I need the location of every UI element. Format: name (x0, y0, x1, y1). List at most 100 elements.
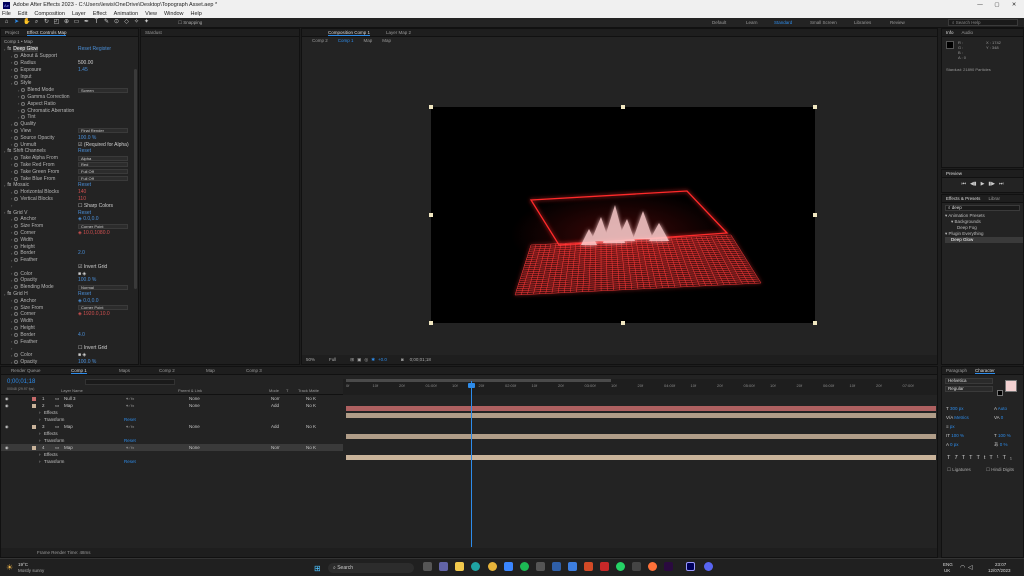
stopwatch-icon[interactable] (14, 353, 19, 358)
tab-stardust[interactable]: Stardust (145, 30, 162, 35)
expand-arrow-icon[interactable]: › (11, 346, 12, 351)
property-value[interactable]: ☐ Invert Grid (78, 345, 107, 351)
layer-duration-bar[interactable] (346, 455, 936, 460)
layer-switches[interactable]: ⌖ ⁄ fx (126, 445, 134, 450)
expand-arrow-icon[interactable]: › (11, 81, 12, 86)
stopwatch-icon[interactable] (14, 196, 19, 201)
expand-arrow-icon[interactable]: › (11, 67, 12, 72)
column-header[interactable]: Layer Name (61, 388, 83, 393)
spotify-icon[interactable] (520, 562, 529, 571)
playhead-handle[interactable] (468, 383, 475, 388)
property-value[interactable]: 100.0 % (78, 135, 96, 141)
faux-italic-button[interactable]: T (954, 455, 961, 461)
stopwatch-icon[interactable] (14, 271, 19, 276)
blend-mode-dropdown[interactable]: Add (271, 424, 279, 429)
clock-time[interactable]: 23:07 (995, 562, 1006, 567)
layer-row[interactable]: ◉ 2 ▭ Map ⌖ ⁄ fx None Add No K (1, 402, 343, 409)
teams-icon[interactable] (439, 562, 448, 571)
scrollbar[interactable] (134, 69, 137, 289)
timeline-tab[interactable]: Map (206, 368, 215, 373)
layer-property-row[interactable]: › Transform Reset (1, 416, 343, 423)
expand-arrow-icon[interactable]: › (11, 278, 12, 283)
play-icon[interactable]: ▶ (981, 181, 985, 187)
stopwatch-icon[interactable] (21, 88, 26, 93)
hand-tool-icon[interactable]: ✋ (23, 19, 30, 26)
canvas-handle-bl[interactable] (429, 321, 433, 325)
parent-dropdown[interactable]: None (189, 403, 200, 408)
stopwatch-icon[interactable] (14, 332, 19, 337)
stopwatch-icon[interactable] (14, 128, 19, 133)
fx-toggle-icon[interactable]: fx (7, 291, 11, 297)
stopwatch-icon[interactable] (14, 312, 19, 317)
blend-mode-dropdown[interactable]: Add (271, 403, 279, 408)
expand-arrow-icon[interactable]: › (11, 326, 12, 331)
timeline-tab[interactable]: Comp 2 (159, 368, 175, 373)
stopwatch-icon[interactable] (14, 230, 19, 235)
layer-switches[interactable]: ⌖ ⁄ fx (126, 403, 134, 408)
close-button[interactable]: ✕ (1009, 2, 1019, 8)
property-value[interactable]: 110 (78, 196, 86, 202)
expand-arrow-icon[interactable]: › (18, 108, 19, 113)
stopwatch-icon[interactable] (14, 190, 19, 195)
menu-edit[interactable]: Edit (18, 11, 27, 17)
clone-tool-icon[interactable]: ⊙ (113, 19, 120, 26)
tab-audio[interactable]: Audio (962, 30, 974, 35)
workspace-small-screen[interactable]: Small Screen (810, 20, 837, 25)
expand-arrow-icon[interactable]: › (11, 332, 12, 337)
column-header[interactable]: Mode (269, 388, 279, 393)
expand-arrow-icon[interactable]: › (11, 142, 12, 147)
zoom-tool-icon[interactable]: ⌕ (33, 19, 40, 26)
property-value[interactable]: 100.0 % (78, 359, 96, 365)
stopwatch-icon[interactable] (14, 60, 19, 65)
layer-row[interactable]: ◉ 3 ▭ Map ⌖ ⁄ fx None Add No K (1, 423, 343, 430)
expand-arrow-icon[interactable]: › (11, 128, 12, 133)
app-icon[interactable] (536, 562, 545, 571)
rectangle-tool-icon[interactable]: ▭ (73, 19, 80, 26)
canvas-handle-bc[interactable] (621, 321, 625, 325)
expand-arrow-icon[interactable]: › (11, 271, 12, 276)
stopwatch-icon[interactable] (14, 319, 19, 324)
camera-tool-icon[interactable]: ◰ (53, 19, 60, 26)
expand-arrow-icon[interactable]: › (4, 292, 5, 297)
blend-mode-dropdown[interactable]: Norr (271, 396, 280, 401)
weather-temp[interactable]: 19°C (18, 562, 28, 567)
expand-arrow-icon[interactable]: › (39, 417, 41, 422)
workspace-standard[interactable]: Standard (774, 20, 792, 25)
property-value[interactable]: Reset (78, 210, 91, 216)
store-icon[interactable] (504, 562, 513, 571)
region-indicator[interactable]: UK (944, 568, 950, 573)
expand-arrow-icon[interactable]: › (11, 122, 12, 127)
layer-name[interactable]: Map (64, 424, 73, 429)
visibility-eye-icon[interactable]: ◉ (5, 396, 9, 401)
stopwatch-icon[interactable] (14, 360, 19, 365)
property-dropdown[interactable]: Normal (78, 284, 128, 290)
property-value[interactable]: ☐ Sharp Colors (78, 203, 113, 209)
property-value[interactable]: 1.45 (78, 67, 88, 73)
layer-switches[interactable]: ⌖ ⁄ fx (126, 396, 134, 401)
property-value[interactable]: 500.00 (78, 60, 93, 66)
tab-paragraph[interactable]: Paragraph (946, 368, 967, 373)
workspace-default[interactable]: Default (712, 20, 726, 25)
font-size-value[interactable]: 300 px (950, 406, 964, 411)
workspace-libraries[interactable]: Libraries (854, 20, 871, 25)
weather-icon[interactable]: ☀ (6, 563, 13, 572)
expand-arrow-icon[interactable]: › (11, 305, 12, 310)
expand-arrow-icon[interactable]: › (11, 196, 12, 201)
stopwatch-icon[interactable] (21, 108, 26, 113)
property-value[interactable]: ◈ 0.0,0.0 (78, 216, 99, 222)
tsume-value[interactable]: 0 % (1000, 442, 1008, 447)
property-value[interactable]: ■ ◈ (78, 271, 86, 277)
help-search[interactable]: ⌕ Search Help (948, 19, 1018, 26)
canvas-handle-tc[interactable] (621, 105, 625, 109)
weather-text[interactable]: Mostly sunny (18, 568, 44, 573)
leading-value[interactable]: Auto (998, 406, 1007, 411)
property-dropdown[interactable]: Corner Point (78, 305, 128, 311)
property-dropdown[interactable]: Full Off (78, 176, 128, 182)
fx-toggle-icon[interactable]: fx (7, 46, 11, 52)
speaker-icon[interactable]: ◁ (968, 564, 973, 571)
tab-effects-presets[interactable]: Effects & Presets (946, 196, 980, 201)
subscript-button[interactable]: T₁ (1003, 455, 1016, 461)
expand-arrow-icon[interactable]: › (11, 156, 12, 161)
property-value[interactable]: 100.0 % (78, 277, 96, 283)
property-value[interactable]: Reset (78, 291, 91, 297)
